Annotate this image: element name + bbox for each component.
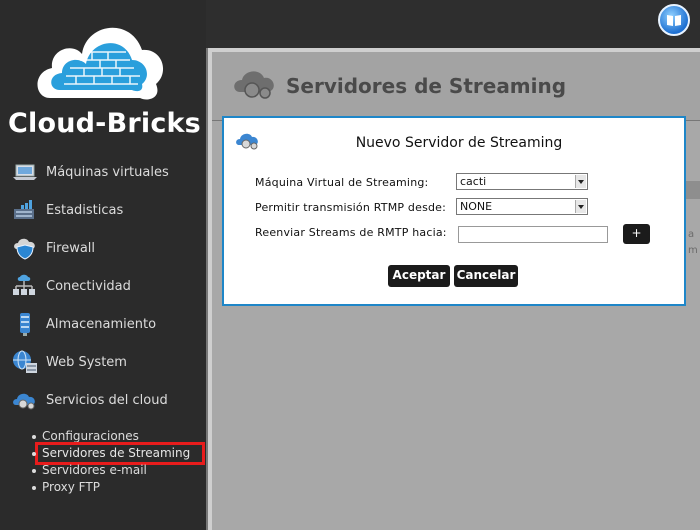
sidebar-item-estadisticas[interactable]: Estadisticas: [0, 191, 206, 229]
subnav-item-configuraciones[interactable]: Configuraciones: [30, 428, 206, 445]
globe-server-icon: [13, 350, 37, 373]
new-streaming-server-dialog: Nuevo Servidor de Streaming Máquina Virt…: [222, 116, 686, 306]
select-value: NONE: [460, 200, 493, 213]
book-icon[interactable]: [658, 4, 690, 36]
sidebar-item-firewall[interactable]: Firewall: [0, 229, 206, 267]
field-label: Máquina Virtual de Streaming:: [255, 175, 429, 189]
sidebar-item-label: Almacenamiento: [46, 316, 157, 332]
field-label: Reenviar Streams de RMTP hacia:: [255, 225, 447, 239]
accept-button[interactable]: Aceptar: [388, 265, 450, 287]
brand-name: Cloud-Bricks: [8, 108, 201, 139]
sidebar-subnav: Configuraciones Servidores de Streaming …: [30, 428, 206, 496]
form-row: Permitir transmisión RTMP desde:: [255, 197, 455, 217]
sidebar-item-almacenamiento[interactable]: Almacenamiento: [0, 305, 206, 343]
sidebar-item-conectividad[interactable]: Conectividad: [0, 267, 206, 305]
cancel-button[interactable]: Cancelar: [454, 265, 518, 287]
laptop-icon: [13, 164, 37, 180]
sidebar-item-label: Web System: [46, 354, 127, 370]
subnav-item-proxy-ftp[interactable]: Proxy FTP: [30, 479, 206, 496]
sidebar-item-label: Estadisticas: [46, 202, 124, 218]
rtmp-source-select[interactable]: NONE: [456, 198, 588, 215]
server-chart-icon: [14, 200, 34, 219]
subnav-item-servidores-e-mail[interactable]: Servidores e-mail: [30, 462, 206, 479]
network-icon: [13, 274, 35, 295]
add-forward-button[interactable]: +: [623, 224, 650, 244]
sidebar-item-servicios-del-cloud[interactable]: Servicios del cloud: [0, 381, 206, 419]
select-value: cacti: [460, 175, 487, 188]
page-title: Servidores de Streaming: [286, 74, 567, 98]
chevron-down-icon[interactable]: [575, 200, 586, 213]
database-icon: [20, 313, 30, 336]
subnav-item-servidores-de-streaming[interactable]: Servidores de Streaming: [32, 442, 205, 465]
sidebar-nav: Máquinas virtuales Estadisticas Firewall: [0, 153, 206, 419]
form-row: Reenviar Streams de RMTP hacia:: [255, 222, 455, 242]
text-fragment: a: [688, 229, 695, 240]
sidebar-item-maquinas-virtuales[interactable]: Máquinas virtuales: [0, 153, 206, 191]
sidebar-item-label: Firewall: [46, 240, 96, 256]
cloud-logo-icon: [30, 10, 170, 110]
cloud-gears-icon: [13, 393, 35, 410]
sidebar-item-label: Conectividad: [46, 278, 131, 294]
cloud-gears-icon: [234, 71, 274, 99]
sidebar-item-web-system[interactable]: Web System: [0, 343, 206, 381]
dialog-title: Nuevo Servidor de Streaming: [355, 135, 563, 151]
rtmp-forward-input[interactable]: [458, 226, 608, 243]
field-label: Permitir transmisión RTMP desde:: [255, 200, 447, 214]
chevron-down-icon[interactable]: [575, 175, 586, 188]
shield-icon: [14, 238, 35, 260]
form-row: Máquina Virtual de Streaming:: [255, 172, 455, 192]
sidebar-item-label: Máquinas virtuales: [46, 164, 169, 180]
vm-streaming-select[interactable]: cacti: [456, 173, 588, 190]
text-fragment: m: [688, 245, 698, 256]
sidebar: Cloud-Bricks Máquinas virtuales Estadist…: [0, 0, 206, 530]
sidebar-item-label: Servicios del cloud: [46, 392, 168, 408]
page-header: Servidores de Streaming: [212, 52, 700, 120]
